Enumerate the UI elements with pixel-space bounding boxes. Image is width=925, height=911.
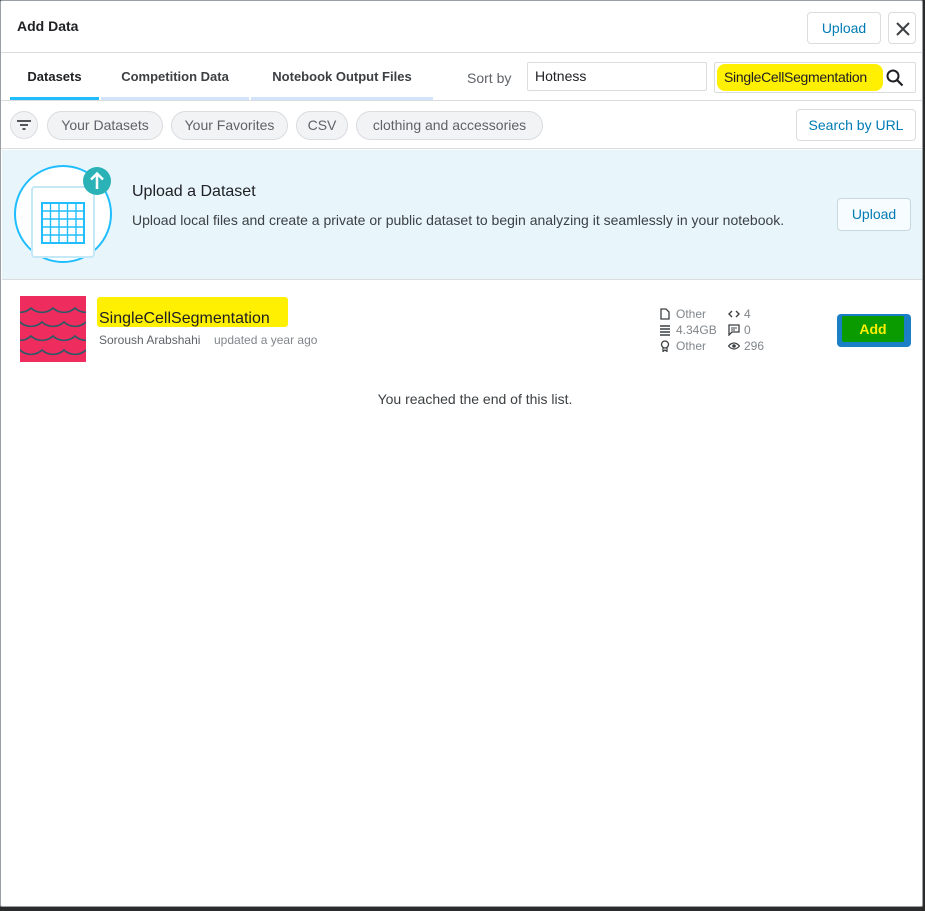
license-value: Other bbox=[676, 339, 707, 353]
filter-button[interactable] bbox=[10, 111, 38, 139]
search-input[interactable]: SingleCellSegmentation bbox=[714, 62, 916, 93]
close-button[interactable] bbox=[888, 12, 916, 44]
tab-indicator bbox=[10, 97, 99, 100]
add-button-label: Add bbox=[842, 316, 904, 342]
chip-your-datasets[interactable]: Your Datasets bbox=[47, 111, 163, 140]
code-count-value: 4 bbox=[744, 307, 751, 321]
dataset-author[interactable]: Soroush Arabshahi bbox=[99, 333, 200, 347]
tab-label: Competition Data bbox=[121, 69, 229, 84]
tab-indicator bbox=[251, 97, 433, 100]
upload-button[interactable]: Upload bbox=[807, 12, 881, 44]
filter-bar: Your Datasets Your Favorites CSV clothin… bbox=[1, 102, 922, 149]
dataset-title[interactable]: SingleCellSegmentation bbox=[99, 310, 270, 328]
discussion-count-value: 0 bbox=[744, 323, 751, 337]
tab-datasets[interactable]: Datasets bbox=[10, 54, 99, 100]
tab-label: Notebook Output Files bbox=[272, 69, 412, 84]
tab-label: Datasets bbox=[27, 69, 82, 84]
search-icon[interactable] bbox=[885, 68, 905, 88]
dataset-thumbnail bbox=[20, 296, 86, 362]
comment-icon bbox=[728, 324, 740, 336]
dialog-header: Add Data Upload bbox=[1, 1, 922, 53]
filter-icon bbox=[17, 120, 31, 130]
tab-bar: Datasets Competition Data Notebook Outpu… bbox=[1, 54, 922, 101]
file-type-value: Other bbox=[676, 307, 707, 321]
dataset-list-item[interactable]: SingleCellSegmentation Soroush Arabshahi… bbox=[1, 281, 922, 371]
database-icon bbox=[660, 325, 670, 336]
size-value: 4.34GB bbox=[676, 323, 717, 337]
search-input-value: SingleCellSegmentation bbox=[724, 69, 867, 85]
end-of-list-message: You reached the end of this list. bbox=[377, 391, 573, 407]
eye-icon bbox=[728, 342, 740, 350]
file-icon bbox=[660, 308, 670, 320]
sort-select[interactable]: Hotness bbox=[527, 62, 707, 91]
sort-label: Sort by bbox=[467, 70, 512, 86]
dataset-updated: updated a year ago bbox=[214, 333, 318, 347]
upload-dataset-illustration bbox=[14, 165, 112, 263]
tab-competition-data[interactable]: Competition Data bbox=[101, 54, 249, 100]
chip-clothing-and-accessories[interactable]: clothing and accessories bbox=[356, 111, 543, 140]
close-icon bbox=[896, 22, 910, 36]
tab-indicator bbox=[101, 97, 249, 100]
chip-your-favorites[interactable]: Your Favorites bbox=[171, 111, 288, 140]
license-icon bbox=[660, 340, 670, 352]
views-value: 296 bbox=[744, 339, 765, 353]
add-data-dialog: Add Data Upload Datasets Competition Dat… bbox=[0, 0, 923, 907]
add-button[interactable]: Add bbox=[837, 314, 911, 347]
banner-description: Upload local files and create a private … bbox=[132, 212, 785, 228]
chip-csv[interactable]: CSV bbox=[296, 111, 348, 140]
tab-notebook-output-files[interactable]: Notebook Output Files bbox=[251, 54, 433, 100]
code-icon bbox=[728, 310, 740, 318]
banner-title: Upload a Dataset bbox=[132, 183, 256, 200]
dialog-title: Add Data bbox=[17, 18, 79, 34]
upload-dataset-banner: Upload a Dataset Upload local files and … bbox=[2, 150, 922, 280]
search-by-url-button[interactable]: Search by URL bbox=[796, 109, 916, 141]
banner-upload-button[interactable]: Upload bbox=[837, 198, 911, 231]
